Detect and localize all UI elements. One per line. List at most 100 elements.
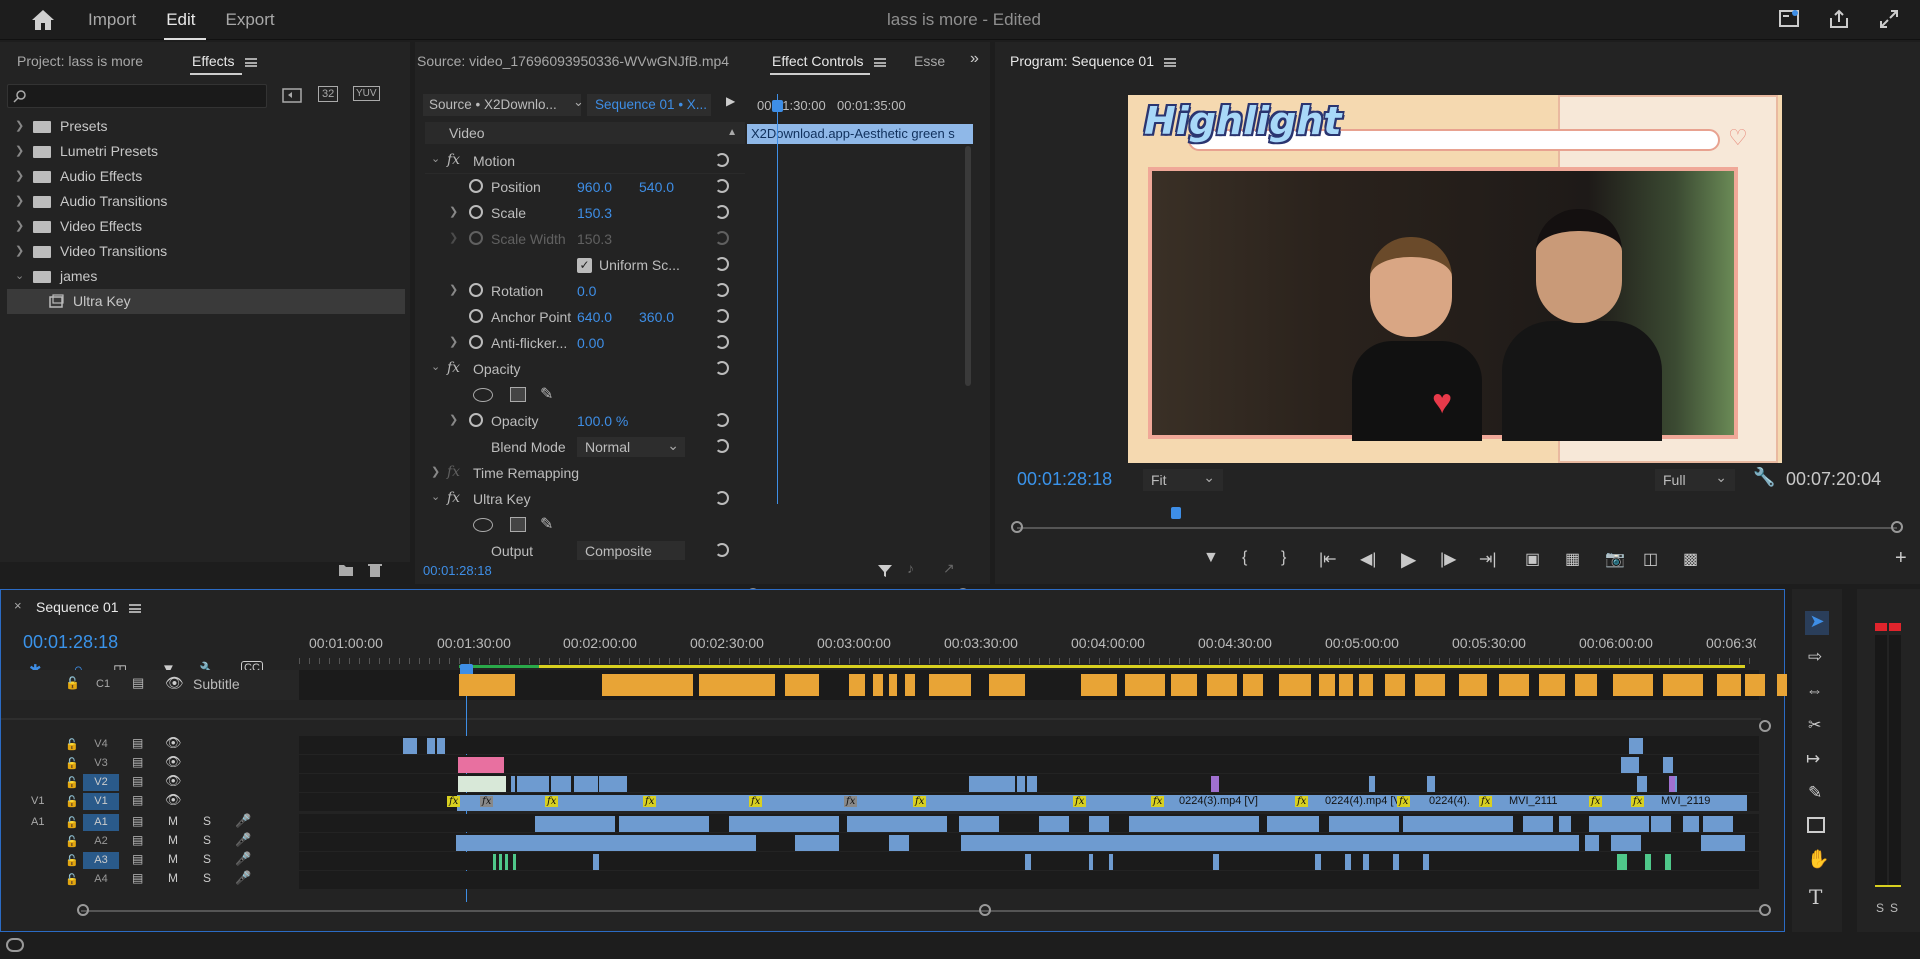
import-tab[interactable]: Import [88,10,136,30]
tree-item-video-transitions[interactable]: ❯ Video Transitions [7,239,405,264]
export-frame-icon[interactable]: ↗ [943,560,955,577]
video-clip[interactable] [969,776,1015,792]
mute-button[interactable]: M [168,871,178,885]
subtitle-clip[interactable] [649,674,693,696]
stopwatch-icon[interactable] [469,205,483,219]
sync-lock-icon[interactable]: ▤ [132,736,143,750]
subtitle-clip[interactable] [1415,674,1445,696]
eye-icon[interactable]: 👁 [165,674,184,692]
mute-button[interactable]: M [168,852,178,866]
audio-clip[interactable] [1585,835,1599,851]
tree-item-audio-transitions[interactable]: ❯ Audio Transitions [7,189,405,214]
subtitle-clip[interactable] [1499,674,1529,696]
mute-button[interactable]: M [168,814,178,828]
solo-button[interactable]: S [203,814,211,828]
video-clip[interactable] [511,776,515,792]
slip-tool[interactable]: ↦ [1806,749,1820,769]
audio-clip[interactable] [1089,816,1109,832]
anchor-y-value[interactable]: 360.0 [639,309,674,325]
audio-clip[interactable] [1363,854,1369,870]
lock-icon[interactable]: 🔓 [65,835,79,848]
audio-clip[interactable] [847,816,947,832]
audio-clip[interactable] [593,854,599,870]
track-target-v4[interactable]: V4 [83,736,119,753]
ec-scrollbar[interactable] [965,146,971,386]
export-tab[interactable]: Export [225,10,274,30]
edit-tab[interactable]: Edit [166,10,195,30]
fx-icon[interactable]: fx [447,490,460,506]
fx-badge[interactable]: fx [1295,796,1309,807]
subtitle-clip[interactable] [889,674,897,696]
play-clip-icon[interactable]: ▶ [726,94,735,108]
audio-clip[interactable] [505,854,508,870]
close-tab-icon[interactable]: × [14,598,22,613]
lock-icon[interactable]: 🔓 [65,676,80,690]
sequence-dropdown[interactable]: Sequence 01 • X... [587,94,711,116]
subtitle-clip[interactable] [873,674,883,696]
subtitle-clip[interactable] [1207,674,1237,696]
track-target-a3[interactable]: A3 [83,852,119,869]
fx-badge[interactable]: fx [749,796,763,807]
panel-menu-icon[interactable] [873,57,886,67]
microphone-icon[interactable]: 🎤 [235,813,251,829]
blend-mode-dropdown[interactable]: Normal ⌄ [577,437,685,457]
video-clip[interactable] [551,776,571,792]
ripple-edit-tool[interactable]: ⇔ [1806,681,1823,701]
fx-badge[interactable]: fx [1589,796,1603,807]
go-to-in-icon[interactable]: |⇤ [1319,549,1337,569]
subtitle-clip[interactable] [1243,674,1263,696]
reset-icon[interactable] [715,413,729,427]
ec-playhead[interactable] [777,94,778,504]
fit-dropdown[interactable]: Fit ⌄ [1143,469,1223,491]
solo-right-button[interactable]: S [1890,901,1898,915]
track-select-tool[interactable]: ⇨ [1808,647,1822,667]
hscroll-handle-right[interactable] [1759,904,1771,916]
audio-clip[interactable] [819,835,839,851]
reset-icon[interactable] [715,153,729,167]
subtitle-clip[interactable] [849,674,865,696]
fx-badge[interactable]: fx [1151,796,1165,807]
video-clip[interactable] [458,776,506,792]
solo-button[interactable]: S [203,852,211,866]
audio-clip[interactable] [1267,816,1319,832]
position-y-value[interactable]: 540.0 [639,179,674,195]
chevron-right-icon[interactable]: ❯ [15,189,24,214]
go-to-out-icon[interactable]: ⇥| [1479,549,1497,569]
type-tool[interactable]: T [1809,885,1822,909]
video-clip[interactable] [1669,776,1675,792]
video-clip[interactable] [529,776,549,792]
video-clip[interactable] [1027,776,1037,792]
project-tab[interactable]: Project: lass is more [17,53,143,69]
audio-clip[interactable] [1025,854,1031,870]
audio-clip[interactable] [493,854,496,870]
program-monitor-tab[interactable]: Program: Sequence 01 [1010,53,1176,69]
mute-button[interactable]: M [168,833,178,847]
video-track-lane[interactable] [299,736,1759,754]
more-tabs-icon[interactable]: » [970,50,979,68]
track-target-v2[interactable]: V2 [83,774,119,791]
resolution-dropdown[interactable]: Full ⌄ [1655,469,1735,491]
tree-item-video-effects[interactable]: ❯ Video Effects [7,214,405,239]
ec-timecode[interactable]: 00:01:28:18 [423,563,492,578]
step-forward-icon[interactable]: |▶ [1440,549,1456,569]
audio-clip[interactable] [1645,854,1651,870]
camera-icon[interactable]: 📷 [1605,549,1625,569]
32bit-effects-icon[interactable]: 32 [318,86,339,102]
microphone-icon[interactable]: 🎤 [235,851,251,867]
chevron-down-icon[interactable]: ⌄ [573,94,584,110]
subtitle-clip[interactable] [1359,674,1373,696]
chevron-right-icon[interactable]: ❯ [449,283,458,296]
hscroll-handle-mid[interactable] [979,904,991,916]
sync-lock-icon[interactable]: ▤ [132,793,143,807]
subtitle-clip[interactable] [1663,674,1703,696]
button-editor-icon[interactable]: + [1895,547,1907,570]
stopwatch-icon[interactable] [469,413,483,427]
video-clip[interactable] [574,776,598,792]
play-audio-icon[interactable]: ♪ [907,560,914,576]
mark-in-icon[interactable]: { [1242,549,1247,567]
audio-clip[interactable] [729,816,839,832]
subtitle-clip[interactable] [1339,674,1353,696]
fx-badge[interactable]: fx [1631,796,1645,807]
subtitle-clip[interactable] [1319,674,1335,696]
chevron-right-icon[interactable]: ❯ [15,214,24,239]
